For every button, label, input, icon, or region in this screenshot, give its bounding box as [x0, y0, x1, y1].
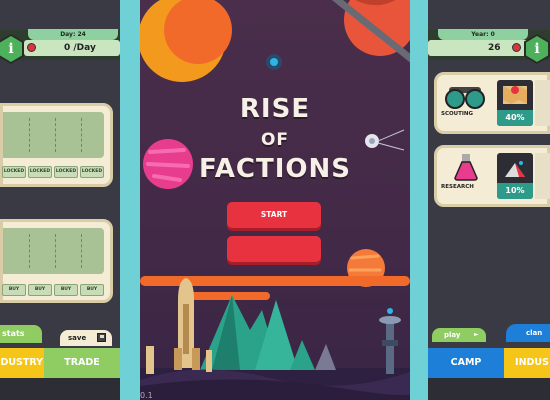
version-label: 0.1	[140, 391, 153, 400]
population-bar: 26	[428, 40, 532, 56]
game-title-line-1: RISE	[239, 94, 311, 124]
secondary-button[interactable]	[227, 236, 321, 262]
population-count: 26	[488, 43, 501, 53]
slots-grid	[3, 228, 104, 274]
game-title-line-2: OF	[260, 130, 290, 150]
resource-icon	[512, 43, 521, 52]
tower-icon	[379, 308, 401, 374]
title-screen: RISE OF FACTIONS START 0.1	[140, 0, 410, 400]
locked-chip[interactable]: LOCKED	[80, 166, 104, 178]
slot-divider	[81, 234, 82, 268]
right-game-screen: Year: 0 26 i SCOUTING 40% RESEARCH 10% p…	[428, 0, 550, 400]
card-edge	[535, 153, 550, 199]
lab-icon	[505, 161, 525, 177]
save-tab[interactable]: save	[60, 330, 112, 346]
map-icon	[503, 86, 527, 104]
resource-icon	[27, 43, 36, 52]
trade-button[interactable]: TRADE	[44, 348, 120, 378]
slot-divider	[55, 118, 56, 152]
slot-divider	[29, 118, 30, 152]
slot-divider	[29, 234, 30, 268]
blue-star	[266, 54, 282, 70]
locked-slots-panel: LOCKED LOCKED LOCKED LOCKED	[0, 103, 113, 187]
buy-slots-panel: BUY BUY BUY BUY	[0, 219, 113, 303]
slots-grid	[3, 112, 104, 158]
buy-chip[interactable]: BUY	[54, 284, 78, 296]
play-tab[interactable]: play ►	[432, 328, 486, 342]
locked-chip[interactable]: LOCKED	[54, 166, 78, 178]
camp-button[interactable]: CAMP	[428, 348, 504, 378]
research-thumb: 10%	[497, 153, 533, 199]
scouting-progress: 40%	[497, 110, 533, 126]
industry-button[interactable]: INDUSTRY	[0, 348, 44, 378]
research-card[interactable]: RESEARCH 10%	[434, 145, 550, 207]
floppy-disk-icon	[97, 333, 106, 342]
flask-icon	[454, 154, 478, 181]
slot-divider	[81, 118, 82, 152]
clan-tab[interactable]: clan	[506, 324, 550, 342]
locked-chip[interactable]: LOCKED	[2, 166, 26, 178]
production-rate: 0 /Day	[64, 43, 96, 53]
research-label: RESEARCH	[441, 184, 474, 190]
locked-chip[interactable]: LOCKED	[28, 166, 52, 178]
scouting-thumb: 40%	[497, 80, 533, 126]
buy-chip[interactable]: BUY	[2, 284, 26, 296]
slot-divider	[55, 234, 56, 268]
day-label: Day: 24	[28, 29, 118, 40]
research-progress: 10%	[497, 183, 533, 199]
industry-button[interactable]: INDUS	[504, 348, 550, 378]
play-arrow-icon: ►	[474, 331, 479, 338]
buy-chip[interactable]: BUY	[80, 284, 104, 296]
production-rate-bar: 0 /Day	[24, 40, 120, 56]
scouting-card[interactable]: SCOUTING 40%	[434, 72, 550, 134]
card-edge	[535, 80, 550, 126]
orange-planet	[140, 0, 232, 82]
binoculars-icon	[445, 87, 485, 109]
stats-tab[interactable]: stats	[0, 325, 42, 343]
save-label: save	[68, 334, 87, 342]
bottom-edge	[428, 378, 550, 400]
left-game-screen: Day: 24 0 /Day i LOCKED LOCKED LOCKED LO…	[0, 0, 120, 400]
bottom-edge	[0, 378, 120, 400]
game-title-line-3: FACTIONS	[199, 154, 351, 184]
ringed-planet	[331, 0, 410, 63]
buy-chip[interactable]: BUY	[28, 284, 52, 296]
space-scene	[140, 0, 410, 400]
play-label: play	[444, 331, 461, 339]
year-label: Year: 0	[438, 29, 528, 40]
scouting-label: SCOUTING	[441, 111, 474, 117]
start-button[interactable]: START	[227, 202, 321, 228]
